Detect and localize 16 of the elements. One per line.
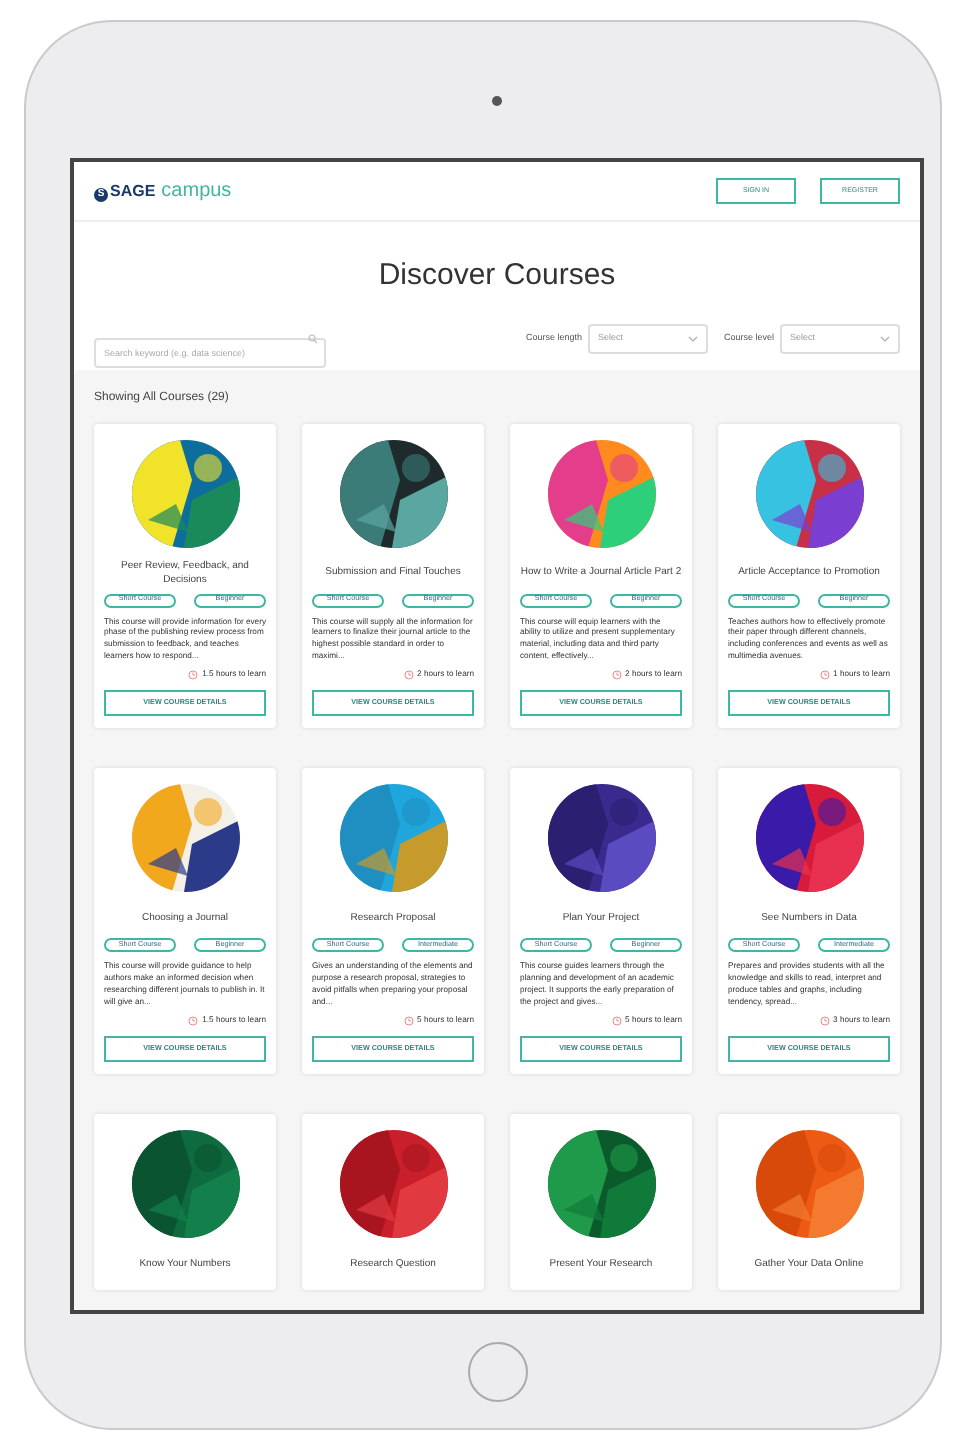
page-title: Discover Courses [378,256,616,296]
clock-icon [819,1015,830,1026]
clock-icon [188,1015,199,1026]
camera-icon [492,96,502,106]
clock-icon [611,1015,622,1026]
logo-product: campus [161,178,232,206]
search-icon [308,333,318,343]
clock-icon [403,1015,414,1026]
home-button[interactable] [467,1342,527,1402]
logo-brand: SAGE [110,180,156,204]
clock-icon [403,669,414,680]
chevron-down-icon [880,335,890,341]
clock-icon [819,669,830,680]
chevron-down-icon [687,335,698,341]
clock-icon [611,669,622,680]
clock-icon [188,669,199,680]
